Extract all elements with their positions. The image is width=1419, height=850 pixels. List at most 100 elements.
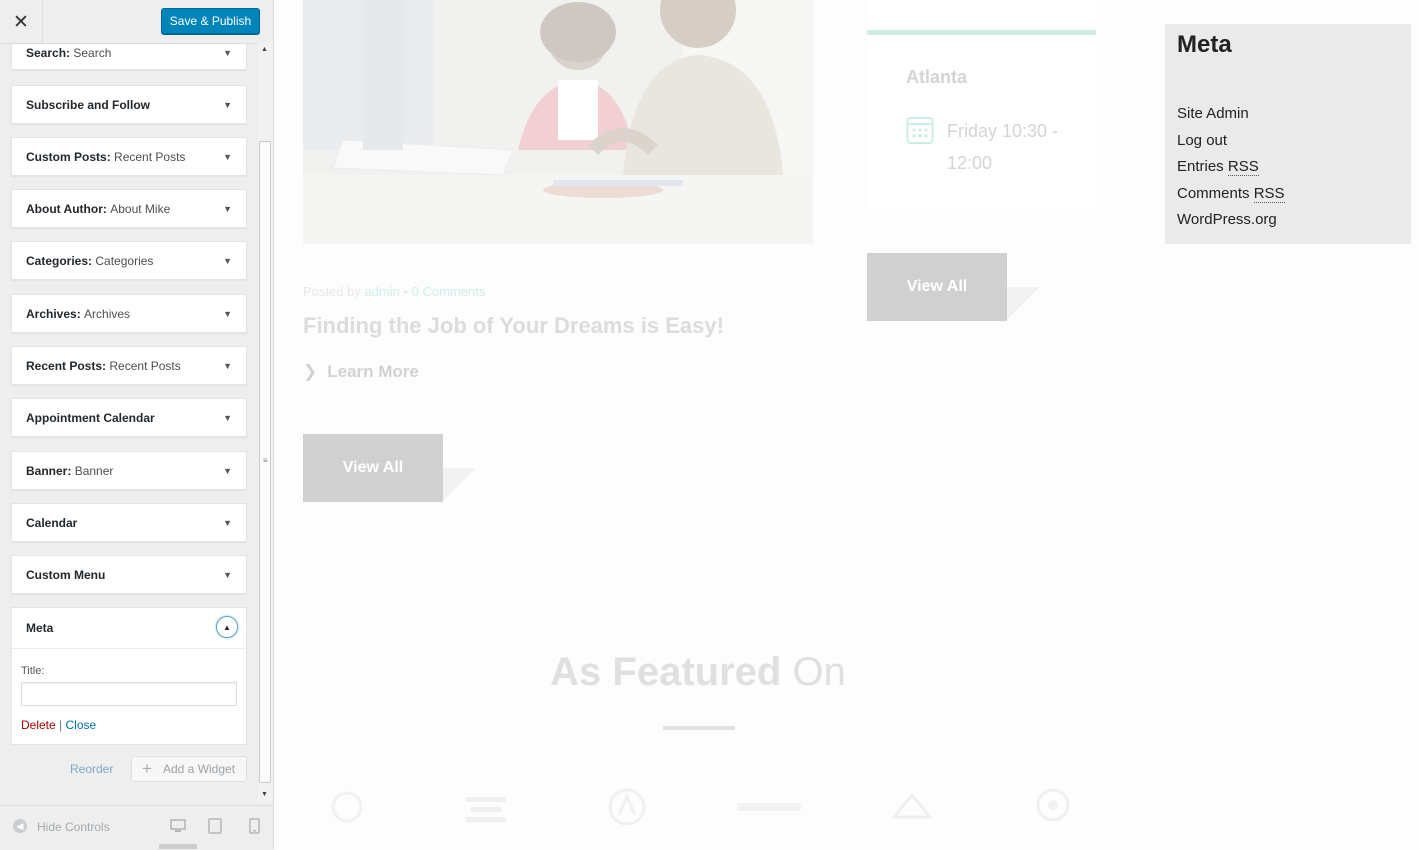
widget-calendar[interactable]: Calendar ▼ — [11, 503, 247, 542]
title-field-label: Title: — [21, 665, 45, 677]
add-widget-label: Add a Widget — [163, 762, 236, 776]
widget-instance-title: Recent Posts — [114, 150, 186, 164]
featured-heading: As Featured On — [274, 650, 1122, 695]
customizer-sidebar: Search: Search ▼ Subscribe and Follow ▼ … — [0, 0, 274, 850]
view-all-events-button[interactable]: View All — [867, 253, 1007, 321]
rss-abbr: RSS — [1227, 158, 1259, 176]
widget-instance-title: Categories — [95, 254, 154, 268]
reorder-link[interactable]: Reorder — [70, 762, 113, 776]
post-meta: Posted by admin • 0 Comments — [303, 284, 485, 299]
meta-widget-title: Meta — [1177, 31, 1232, 58]
widget-name: Banner — [26, 464, 68, 478]
close-icon[interactable]: ✕ — [0, 0, 43, 43]
widget-list: Search: Search ▼ Subscribe and Follow ▼ … — [0, 0, 258, 849]
hide-controls-button[interactable]: Hide Controls — [37, 820, 110, 834]
button-shadow — [443, 468, 476, 501]
expand-arrow-icon[interactable]: ▼ — [223, 399, 232, 437]
scroll-up-arrow-icon[interactable]: ▲ — [261, 46, 268, 53]
calendar-icon — [906, 117, 934, 144]
title-field-input[interactable] — [21, 682, 237, 706]
wordpress-org-link[interactable]: WordPress.org — [1177, 207, 1285, 234]
widget-custom-posts[interactable]: Custom Posts: Recent Posts ▼ — [11, 137, 247, 176]
site-admin-link[interactable]: Site Admin — [1177, 101, 1285, 128]
widget-banner[interactable]: Banner: Banner ▼ — [11, 451, 247, 490]
partner-logo-icon — [1036, 788, 1070, 822]
widget-name: Archives — [26, 307, 77, 321]
event-city: Atlanta — [906, 67, 968, 87]
expand-arrow-icon[interactable]: ▼ — [223, 347, 232, 385]
comments-rss-link[interactable]: Comments RSS — [1177, 181, 1285, 208]
chevron-right-icon: ❯ — [303, 362, 318, 381]
active-device-indicator — [159, 844, 197, 849]
sidebar-scrollbar[interactable]: ▲ ≡ ▼ — [258, 43, 273, 804]
widget-name: Calendar — [26, 516, 78, 530]
customizer-footer: ◀ Hide Controls — [0, 805, 273, 850]
entries-label: Entries — [1177, 158, 1224, 175]
log-out-link[interactable]: Log out — [1177, 128, 1285, 155]
expand-arrow-icon[interactable]: ▼ — [223, 86, 232, 124]
collapse-sidebar-icon[interactable]: ◀ — [13, 819, 27, 833]
widget-name: Recent Posts — [26, 359, 103, 373]
entries-rss-link[interactable]: Entries RSS — [1177, 154, 1285, 181]
partner-logo-icon — [890, 792, 934, 819]
expand-arrow-icon[interactable]: ▼ — [223, 242, 232, 280]
learn-more-link[interactable]: ❯ Learn More — [303, 362, 419, 382]
meta-links: Site Admin Log out Entries RSS Comments … — [1177, 101, 1285, 234]
customizer-header: ✕ Save & Publish — [0, 0, 273, 44]
expand-arrow-icon[interactable]: ▼ — [223, 295, 232, 333]
desktop-preview-icon[interactable] — [170, 818, 186, 834]
learn-more-label: Learn More — [327, 362, 419, 381]
widget-name: Meta — [26, 621, 54, 635]
save-publish-button[interactable]: Save & Publish — [161, 8, 260, 34]
posted-by-label: Posted by — [303, 284, 361, 299]
post-comments-link[interactable]: 0 Comments — [412, 284, 486, 299]
widget-instance-title: Search — [73, 46, 112, 60]
widget-recent-posts[interactable]: Recent Posts: Recent Posts ▼ — [11, 346, 247, 385]
partner-logo-icon — [466, 797, 506, 822]
event-time: Friday 10:30 - 12:00 — [947, 121, 1059, 173]
widget-instance-title: Banner — [74, 464, 114, 478]
widget-custom-menu[interactable]: Custom Menu ▼ — [11, 555, 247, 594]
add-widget-button[interactable]: + Add a Widget — [131, 756, 247, 782]
featured-heading-light: On — [792, 650, 846, 694]
grip-icon: ≡ — [263, 456, 268, 465]
partner-logo-icon — [331, 791, 363, 823]
widget-name: About Author — [26, 202, 103, 216]
scrollbar-thumb[interactable]: ≡ — [259, 141, 271, 783]
scroll-down-arrow-icon[interactable]: ▼ — [261, 791, 268, 798]
widget-name: Search — [26, 46, 67, 60]
widget-appointment-calendar[interactable]: Appointment Calendar ▼ — [11, 398, 247, 437]
event-accent-bar — [867, 30, 1096, 35]
expand-arrow-icon[interactable]: ▼ — [223, 504, 232, 542]
collapse-arrow-icon[interactable]: ▲ — [216, 616, 238, 638]
post-author-link[interactable]: admin — [364, 284, 399, 299]
widget-archives[interactable]: Archives: Archives ▼ — [11, 294, 247, 333]
view-all-posts-button[interactable]: View All — [303, 434, 443, 502]
expand-arrow-icon[interactable]: ▼ — [223, 556, 232, 594]
featured-heading-bold: As Featured — [550, 650, 782, 694]
widget-meta-expanded: Meta ▲ Title: Delete | Close — [11, 607, 247, 745]
featured-divider — [663, 726, 735, 730]
widget-name: Custom Menu — [26, 568, 106, 582]
widget-subscribe-and-follow[interactable]: Subscribe and Follow ▼ — [11, 85, 247, 124]
partner-logo-icon — [608, 788, 646, 826]
actions-separator: | — [59, 718, 63, 732]
post-title[interactable]: Finding the Job of Your Dreams is Easy! — [303, 313, 724, 339]
widget-categories[interactable]: Categories: Categories ▼ — [11, 241, 247, 280]
close-link[interactable]: Close — [66, 718, 97, 732]
post-featured-image — [303, 0, 813, 244]
delete-link[interactable]: Delete — [21, 718, 56, 732]
widget-meta-header[interactable]: Meta ▲ — [12, 608, 246, 649]
widget-name: Appointment Calendar — [26, 411, 155, 425]
mobile-preview-icon[interactable] — [249, 818, 260, 834]
rss-abbr: RSS — [1253, 184, 1285, 203]
widget-name: Custom Posts — [26, 150, 107, 164]
expand-arrow-icon[interactable]: ▼ — [223, 190, 232, 228]
event-card: Atlanta Friday 10:30 - 12:00 — [867, 0, 1096, 210]
site-preview: Posted by admin • 0 Comments Finding the… — [274, 0, 1419, 849]
tablet-preview-icon[interactable] — [208, 818, 222, 834]
expand-arrow-icon[interactable]: ▼ — [223, 138, 232, 176]
widget-about-author[interactable]: About Author: About Mike ▼ — [11, 189, 247, 228]
partner-logo-icon — [737, 803, 801, 811]
expand-arrow-icon[interactable]: ▼ — [223, 452, 232, 490]
